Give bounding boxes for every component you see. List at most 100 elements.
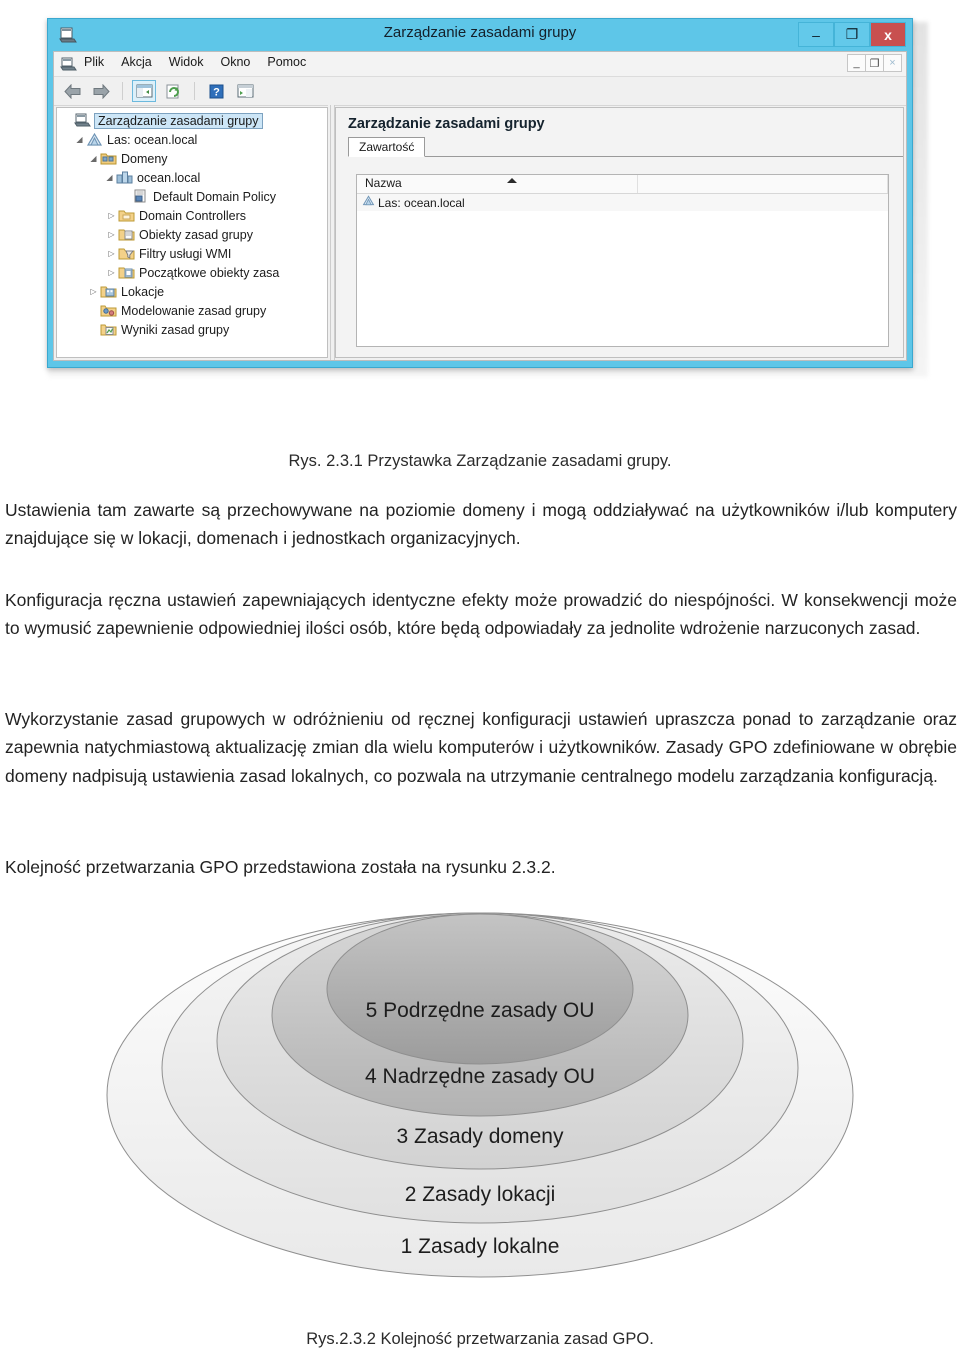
tree-item-label: Wyniki zasad grupy: [121, 322, 230, 337]
paragraph-1: Ustawienia tam zawarte są przechowywane …: [5, 500, 957, 549]
menu-plik[interactable]: Plik: [84, 55, 104, 69]
forest-icon: [86, 132, 103, 147]
tree-item-domain-ocean[interactable]: ◢ ocean.local: [57, 168, 327, 187]
screenshot-figure: Zarządzanie zasadami grupy – ❐ x Plik Ak…: [40, 14, 930, 379]
tree-item-modeling[interactable]: Modelowanie zasad grupy: [57, 301, 327, 320]
figure-2-caption: Rys.2.3.2 Kolejność przetwarzania zasad …: [306, 1330, 654, 1348]
window-client-area: Plik Akcja Widok Okno Pomoc _ ❐ × ? Zarz…: [53, 51, 907, 361]
tree-item-label: ocean.local: [137, 170, 201, 185]
mmc-small-icon: [60, 56, 77, 72]
tree-item-results[interactable]: Wyniki zasad grupy: [57, 320, 327, 339]
tree-item-domain-controllers[interactable]: ▷ Domain Controllers: [57, 206, 327, 225]
list-item-label: Las: ocean.local: [378, 195, 465, 210]
tree-item-label: Obiekty zasad grupy: [139, 227, 253, 242]
tree-item-domains[interactable]: ◢ Domeny: [57, 149, 327, 168]
column-header-blank[interactable]: [638, 175, 888, 193]
tree-item-label: Las: ocean.local: [107, 132, 198, 147]
menu-okno[interactable]: Okno: [220, 55, 250, 69]
window-controls: – ❐ x: [798, 22, 906, 47]
tree-item-console-root[interactable]: Zarządzanie zasadami grupy: [57, 111, 327, 130]
mdi-restore-button[interactable]: ❐: [865, 54, 884, 72]
content-list[interactable]: Nazwa Las: ocean.local: [356, 174, 889, 347]
forest-icon: [362, 194, 375, 212]
tree-item-label: Lokacje: [121, 284, 165, 299]
minimize-button[interactable]: –: [798, 22, 834, 47]
tree-arrow[interactable]: ▷: [105, 249, 118, 258]
ellipse-label-3: 3 Zasady domeny: [397, 1125, 564, 1148]
mdi-controls: _ ❐ ×: [847, 54, 902, 72]
gpo-folder-icon: [118, 227, 135, 242]
close-button[interactable]: x: [870, 22, 906, 47]
menu-items: Plik Akcja Widok Okno Pomoc: [84, 55, 306, 69]
domains-folder-icon: [100, 151, 117, 166]
ellipse-label-5: 5 Podrzędne zasady OU: [366, 999, 595, 1022]
menu-bar: Plik Akcja Widok Okno Pomoc _ ❐ ×: [54, 52, 906, 77]
tree-arrow[interactable]: ◢: [73, 135, 86, 144]
console-root-icon: [74, 113, 91, 128]
figure-1-caption: Rys. 2.3.1 Przystawka Zarządzanie zasada…: [288, 452, 672, 470]
properties-icon[interactable]: [233, 80, 257, 102]
help-icon[interactable]: ?: [204, 80, 228, 102]
paragraph-3: Wykorzystanie zasad grupowych w odróżnie…: [5, 709, 957, 786]
ellipse-label-4: 4 Nadrzędne zasady OU: [365, 1065, 595, 1088]
title-bar: Zarządzanie zasadami grupy – ❐ x: [48, 19, 912, 51]
menu-pomoc[interactable]: Pomoc: [267, 55, 306, 69]
gpmc-window: Zarządzanie zasadami grupy – ❐ x Plik Ak…: [47, 18, 913, 368]
toolbar-separator-2: [194, 82, 195, 100]
menu-akcja[interactable]: Akcja: [121, 55, 152, 69]
gpo-icon: [132, 189, 149, 204]
tab-zawartosc[interactable]: Zawartość: [348, 137, 426, 157]
svg-text:?: ?: [213, 86, 220, 98]
tree-item-label: Filtry usługi WMI: [139, 246, 232, 261]
domain-icon: [116, 170, 133, 185]
starter-gpo-folder-icon: [118, 265, 135, 280]
tree-item-starter-gpos[interactable]: ▷ Początkowe obiekty zasa: [57, 263, 327, 282]
ellipse-layer-5: [326, 913, 634, 1065]
tree-arrow[interactable]: ▷: [105, 211, 118, 220]
tab-strip: Zawartość: [348, 136, 903, 157]
column-header-nazwa[interactable]: Nazwa: [357, 175, 638, 193]
tree-item-label: Domain Controllers: [139, 208, 246, 223]
sort-ascending-icon: [507, 178, 517, 183]
pane-splitter[interactable]: [328, 105, 335, 360]
refresh-icon[interactable]: [161, 80, 185, 102]
wmi-folder-icon: [118, 246, 135, 261]
tree-item-gpo-objects[interactable]: ▷ Obiekty zasad grupy: [57, 225, 327, 244]
maximize-button[interactable]: ❐: [834, 22, 870, 47]
tree-item-default-domain-policy[interactable]: Default Domain Policy: [57, 187, 327, 206]
tree-arrow[interactable]: ◢: [103, 173, 116, 182]
panes-container: Zarządzanie zasadami grupy ◢ Las: ocean.…: [54, 105, 906, 360]
mdi-close-button[interactable]: ×: [883, 54, 902, 72]
detail-pane: Zarządzanie zasadami grupy Zawartość Naz…: [335, 107, 904, 358]
gpo-order-diagram: 5 Podrzędne zasady OU 4 Nadrzędne zasady…: [95, 905, 865, 1320]
menu-widok[interactable]: Widok: [169, 55, 204, 69]
tree-item-label: Modelowanie zasad grupy: [121, 303, 267, 318]
tree-pane[interactable]: Zarządzanie zasadami grupy ◢ Las: ocean.…: [56, 107, 328, 358]
tree-item-label: Default Domain Policy: [153, 189, 276, 204]
ellipse-label-1: 1 Zasady lokalne: [401, 1235, 560, 1258]
show-hide-tree-icon[interactable]: [132, 80, 156, 102]
forward-icon[interactable]: [89, 80, 113, 102]
tree-arrow[interactable]: ▷: [105, 268, 118, 277]
paragraph-2: Konfiguracja ręczna ustawień zapewniając…: [5, 590, 957, 639]
back-icon[interactable]: [60, 80, 84, 102]
ellipse-label-2: 2 Zasady lokacji: [405, 1183, 556, 1206]
tree-arrow[interactable]: ◢: [87, 154, 100, 163]
tree-item-wmi-filters[interactable]: ▷ Filtry usługi WMI: [57, 244, 327, 263]
tree-item-label: Początkowe obiekty zasa: [139, 265, 280, 280]
tree-item-forest[interactable]: ◢ Las: ocean.local: [57, 130, 327, 149]
tree-arrow[interactable]: ▷: [105, 230, 118, 239]
console-tree: Zarządzanie zasadami grupy ◢ Las: ocean.…: [57, 108, 327, 339]
tree-item-label: Zarządzanie zasadami grupy: [94, 112, 263, 129]
ou-folder-icon: [118, 208, 135, 223]
tree-item-sites[interactable]: ▷ Lokacje: [57, 282, 327, 301]
tool-bar: ?: [54, 77, 906, 106]
column-header-label: Nazwa: [365, 176, 402, 190]
mdi-minimize-button[interactable]: _: [847, 54, 866, 72]
modeling-icon: [100, 303, 117, 318]
toolbar-separator: [122, 82, 123, 100]
paragraph-4: Kolejność przetwarzania GPO przedstawion…: [5, 857, 556, 877]
tree-item-label: Domeny: [121, 151, 168, 166]
list-item[interactable]: Las: ocean.local: [357, 194, 888, 211]
tree-arrow[interactable]: ▷: [87, 287, 100, 296]
